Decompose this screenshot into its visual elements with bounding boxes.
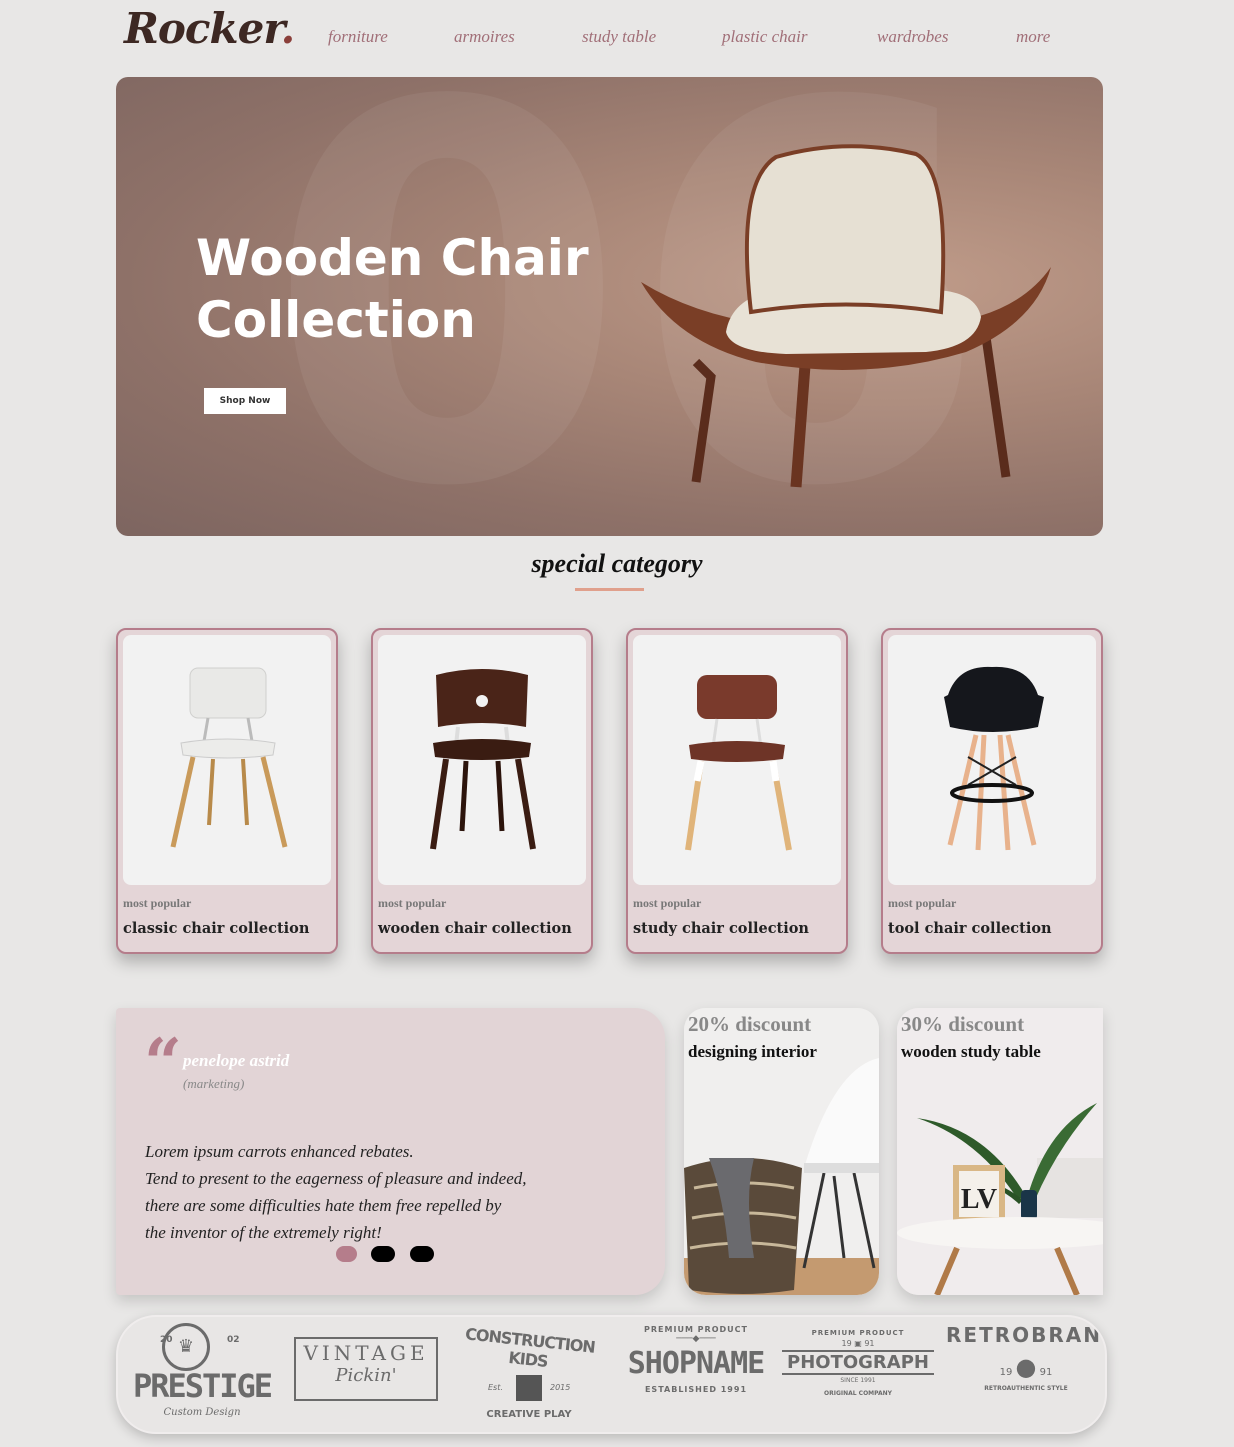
category-card-study[interactable]: most popular study chair collection: [626, 628, 848, 954]
card-image: [888, 635, 1096, 885]
card-title: study chair collection: [633, 920, 809, 937]
card-image: [123, 635, 331, 885]
category-card-wooden[interactable]: most popular wooden chair collection: [371, 628, 593, 954]
card-image: [378, 635, 586, 885]
nav-more[interactable]: more: [1016, 27, 1050, 47]
nav-forniture[interactable]: forniture: [328, 27, 388, 47]
promo-wooden-study-table[interactable]: LV 30% discount wooden study table: [897, 1008, 1103, 1295]
wooden-chair-image: [430, 669, 536, 850]
photograph-bottom: ORIGINAL COMPANY: [823, 1390, 893, 1397]
apple-icon: ●: [1015, 1353, 1037, 1381]
construction-left: Est.: [488, 1383, 503, 1392]
shopname-sub: ESTABLISHED 1991: [644, 1385, 748, 1394]
testimonial-line: Lorem ipsum carrots enhanced rebates.: [145, 1142, 414, 1161]
testimonial-line: Tend to present to the eagerness of plea…: [145, 1169, 527, 1188]
card-tag: most popular: [888, 896, 957, 910]
prestige-year-right: 02: [227, 1335, 240, 1345]
promo-designing-interior[interactable]: 20% discount designing interior: [684, 1008, 879, 1295]
brand-construction-logo[interactable]: CONSTRUCTION KIDS Est. 2015 CREATIVE PLA…: [448, 1324, 610, 1420]
promo-discount: 30% discount: [901, 1012, 1025, 1036]
brand-shopname-logo[interactable]: PREMIUM PRODUCT ───◆─── SHOPNAME ESTABLI…: [616, 1325, 776, 1394]
prestige-sub: Custom Design: [163, 1407, 241, 1418]
category-card-tool[interactable]: most popular tool chair collection: [881, 628, 1103, 954]
category-card-classic[interactable]: most popular classic chair collection: [116, 628, 338, 954]
construction-right: 2015: [550, 1383, 571, 1392]
love-frame-text: LV: [961, 1184, 997, 1215]
quote-icon: “: [144, 1024, 182, 1102]
photograph-sub: SINCE 1991: [840, 1377, 876, 1384]
card-title: tool chair collection: [888, 920, 1052, 937]
shopname-divider: ───◆───: [676, 1334, 716, 1344]
nav-study-table[interactable]: study table: [582, 27, 656, 47]
prestige-year-left: 20: [160, 1335, 173, 1345]
hero-title-line1: Wooden Chair: [196, 229, 589, 287]
brand-retrobrand-logo[interactable]: RETROBRAND 19 ● 91 RETROAUTHENTIC STYLE: [946, 1323, 1107, 1392]
brand-logos-strip: ♛ 20 02 PRESTIGE Custom Design VINTAGE P…: [116, 1315, 1107, 1434]
box-icon: [516, 1375, 542, 1401]
study-chair-image: [685, 675, 792, 851]
testimonial-role: (marketing): [183, 1076, 245, 1091]
vintage-name: VINTAGE: [303, 1341, 429, 1365]
hero-title: Wooden Chair Collection: [196, 227, 616, 351]
tool-chair-image: [944, 666, 1044, 851]
construction-sub: CREATIVE PLAY: [486, 1409, 572, 1420]
crown-icon: ♛: [162, 1323, 210, 1371]
nav-wardrobes[interactable]: wardrobes: [877, 27, 948, 47]
hero-title-line2: Collection: [196, 291, 476, 349]
shopname-arc: PREMIUM PRODUCT: [644, 1325, 748, 1334]
retrobrand-year-right: 91: [1039, 1367, 1053, 1378]
prestige-name: PRESTIGE: [132, 1367, 273, 1405]
card-title: wooden chair collection: [378, 920, 572, 937]
hero-chair-image: [641, 144, 1051, 488]
testimonial-card: “ penelope astrid (marketing) Lorem ipsu…: [116, 1008, 665, 1295]
shopname-name: SHOPNAME: [627, 1346, 766, 1381]
nav-plastic-chair[interactable]: plastic chair: [722, 27, 807, 47]
photograph-camera-row: 19 ▣ 91: [782, 1339, 934, 1348]
camera-icon: ▣: [854, 1339, 862, 1348]
testimonial-text: Lorem ipsum carrots enhanced rebates. Te…: [145, 1138, 615, 1246]
photograph-year-right: 91: [864, 1339, 875, 1348]
card-tag: most popular: [123, 896, 192, 910]
vintage-sub: Pickin': [335, 1365, 397, 1386]
promo-discount: 20% discount: [688, 1012, 812, 1036]
carousel-dot[interactable]: [371, 1246, 395, 1262]
promo-subtitle: wooden study table: [901, 1042, 1041, 1061]
section-underline: [575, 588, 644, 591]
nav-armoires[interactable]: armoires: [454, 27, 515, 47]
brand-vintage-logo[interactable]: VINTAGE Pickin': [294, 1337, 438, 1401]
retrobrand-arc: RETROBRAND: [946, 1323, 1107, 1347]
retrobrand-sub: RETROAUTHENTIC STYLE: [984, 1385, 1068, 1392]
retrobrand-year-left: 19: [999, 1367, 1013, 1378]
carousel-dot[interactable]: [410, 1246, 434, 1262]
photograph-year-left: 19: [841, 1339, 852, 1348]
carousel-dot-active[interactable]: [336, 1246, 357, 1262]
testimonial-line: the inventor of the extremely right!: [145, 1223, 382, 1242]
main-nav: forniture armoires study table plastic c…: [0, 27, 1234, 51]
card-title: classic chair collection: [123, 920, 310, 937]
section-title: special category: [531, 549, 703, 578]
shop-now-button[interactable]: Shop Now: [204, 388, 286, 414]
photograph-name: PHOTOGRAPH: [782, 1350, 934, 1375]
card-tag: most popular: [633, 896, 702, 910]
testimonial-name: penelope astrid: [183, 1051, 290, 1070]
hero-banner: 06 Wooden Chair Collection Shop Now: [116, 77, 1103, 536]
white-chair-image: [170, 667, 288, 848]
card-image: [633, 635, 841, 885]
promo-subtitle: designing interior: [688, 1042, 817, 1061]
photograph-arc: PREMIUM PRODUCT: [811, 1329, 905, 1337]
card-tag: most popular: [378, 896, 447, 910]
retrobrand-apple-row: 19 ● 91: [946, 1353, 1105, 1381]
brand-photograph-logo[interactable]: PREMIUM PRODUCT 19 ▣ 91 PHOTOGRAPH SINCE…: [782, 1329, 934, 1397]
testimonial-line: there are some difficulties hate them fr…: [145, 1196, 502, 1215]
